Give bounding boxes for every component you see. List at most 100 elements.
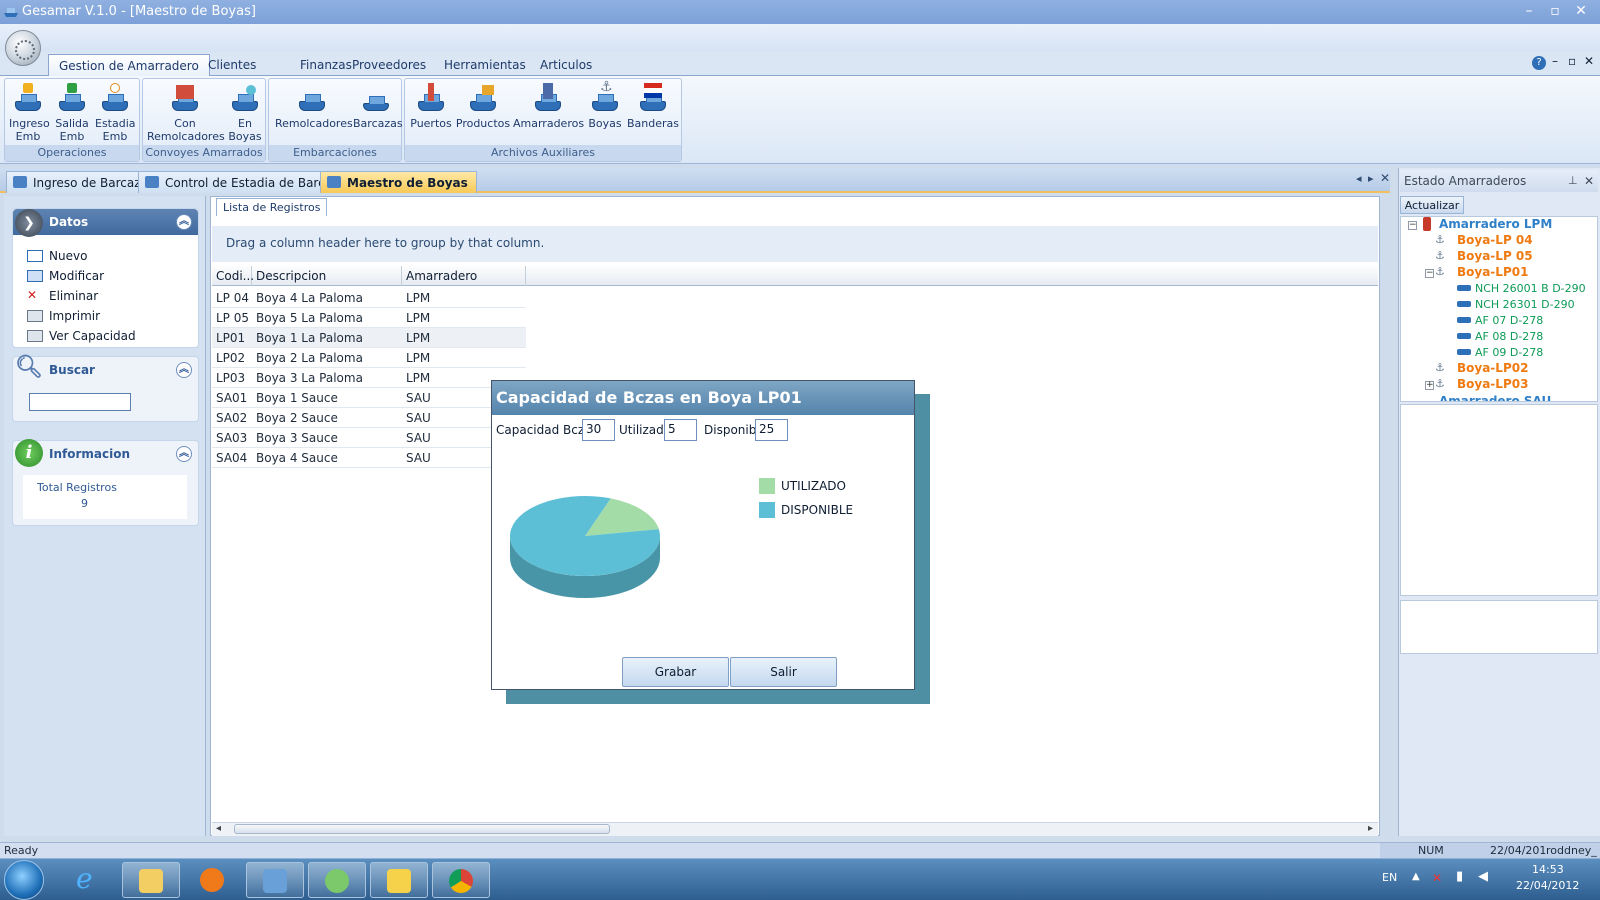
tab-maestro-boyas[interactable]: Maestro de Boyas <box>320 171 477 193</box>
clock-time[interactable]: 14:53 <box>1532 863 1564 876</box>
ribbon-tab-gestion[interactable]: Gestion de Amarradero <box>48 54 210 76</box>
nuevo-item[interactable]: Nuevo <box>27 247 87 265</box>
en-boyas-button[interactable]: En Boyas <box>227 83 263 143</box>
help-icon[interactable]: ? <box>1532 56 1546 70</box>
ie-button[interactable]: e <box>60 862 114 898</box>
actualizar-button[interactable]: Actualizar <box>1400 196 1464 214</box>
restore-button[interactable]: ▫ <box>1546 2 1564 20</box>
table-row[interactable]: SA01 Boya 1 Sauce SAU <box>212 388 526 408</box>
group-by-panel[interactable]: Drag a column header here to group by th… <box>212 226 1378 262</box>
banderas-button[interactable]: Banderas <box>627 83 679 130</box>
scroll-left-icon[interactable]: ◂ <box>216 823 221 834</box>
table-row[interactable]: LP02 Boya 2 La Paloma LPM <box>212 348 526 368</box>
outlook-button[interactable] <box>370 862 428 898</box>
con-remolcadores-button[interactable]: Con Remolcadores <box>147 83 225 143</box>
tree-node-barcaza[interactable]: AF 08 D-278 <box>1475 329 1543 344</box>
table-row[interactable]: SA03 Boya 3 Sauce SAU <box>212 428 526 448</box>
capacidad-field[interactable]: 30 <box>582 419 615 441</box>
column-header-descripcion[interactable]: Descripcion <box>252 266 402 286</box>
expand-node-icon[interactable]: + <box>1425 381 1434 390</box>
chrome-button[interactable] <box>432 862 490 898</box>
minimize-button[interactable]: – <box>1520 2 1538 20</box>
utilizado-field[interactable]: 5 <box>664 419 697 441</box>
ribbon-group-operaciones: Ingreso Emb Salida Emb Estadia Emb Operacio… <box>4 78 140 162</box>
mdi-close-button[interactable]: ✕ <box>1584 54 1594 68</box>
table-row[interactable]: SA02 Boya 2 Sauce SAU <box>212 408 526 428</box>
search-input[interactable] <box>29 393 131 411</box>
ship-icon <box>13 176 27 188</box>
messenger-button[interactable] <box>308 862 366 898</box>
clock-date[interactable]: 22/04/2012 <box>1516 879 1579 892</box>
table-row[interactable]: SA04 Boya 4 Sauce SAU <box>212 448 526 468</box>
amarraderos-button[interactable]: Amarraderos <box>513 83 584 130</box>
salir-button[interactable]: Salir <box>730 657 837 687</box>
media-player-button[interactable] <box>184 862 242 898</box>
tab-close-icon[interactable]: ✕ <box>1380 171 1390 185</box>
tree-node-barcaza[interactable]: NCH 26001 B D-290 <box>1475 281 1586 296</box>
ribbon-tab-clientes[interactable]: Clientes <box>198 54 266 76</box>
column-header-amarradero[interactable]: Amarradero <box>402 266 526 286</box>
tree-node-root[interactable]: Amarradero SAU <box>1439 394 1551 401</box>
column-header-codigo[interactable]: Codi... <box>212 266 254 286</box>
barcazas-button[interactable]: Barcazas <box>353 83 403 130</box>
tab-scroll-left-icon[interactable]: ◂ <box>1356 172 1362 185</box>
ver-capacidad-item[interactable]: Ver Capacidad <box>27 327 136 345</box>
pin-icon[interactable]: ⊥ <box>1568 170 1578 192</box>
tab-lista-registros[interactable]: Lista de Registros <box>216 198 328 216</box>
disponible-field[interactable]: 25 <box>755 419 788 441</box>
estadia-emb-button[interactable]: Estadia Emb <box>95 83 136 143</box>
mdi-minimize-button[interactable]: – <box>1552 54 1558 68</box>
volume-icon[interactable]: ◀ <box>1478 869 1488 884</box>
tree-node-boya[interactable]: Boya-LP 05 <box>1457 249 1533 264</box>
close-button[interactable]: ✕ <box>1572 2 1590 20</box>
tree-node-boya[interactable]: Boya-LP03 <box>1457 377 1528 392</box>
ribbon-tab-herramientas[interactable]: Herramientas <box>434 54 536 76</box>
table-row[interactable]: LP 05 Boya 5 La Paloma LPM <box>212 308 526 328</box>
table-row-selected[interactable]: LP01 Boya 1 La Paloma LPM <box>212 328 526 348</box>
collapse-icon[interactable]: ︽ <box>176 362 192 378</box>
scrollbar-thumb[interactable] <box>234 824 610 834</box>
ribbon-tab-proveedores[interactable]: Proveedores <box>342 54 436 76</box>
scroll-right-icon[interactable]: ▸ <box>1368 823 1373 834</box>
table-row[interactable]: LP03 Boya 3 La Paloma LPM <box>212 368 526 388</box>
tree-node-boya[interactable]: Boya-LP02 <box>1457 361 1528 376</box>
ribbon-tab-articulos[interactable]: Articulos <box>530 54 602 76</box>
tree-node-root[interactable]: Amarradero LPM <box>1439 217 1552 232</box>
buscar-header[interactable]: 🔍︎ Buscar ︽ <box>13 355 198 383</box>
datos-header[interactable]: ❯ Datos ︽ <box>13 209 198 237</box>
show-hidden-icons-icon[interactable]: ▲ <box>1412 871 1420 882</box>
imprimir-item[interactable]: Imprimir <box>27 307 100 325</box>
informacion-header[interactable]: i Informacion ︽ <box>13 439 198 467</box>
tree-node-barcaza[interactable]: AF 07 D-278 <box>1475 313 1543 328</box>
tree-node-barcaza[interactable]: AF 09 D-278 <box>1475 345 1543 360</box>
modificar-item[interactable]: Modificar <box>27 267 104 285</box>
tree-node-barcaza[interactable]: NCH 26301 D-290 <box>1475 297 1575 312</box>
network-error-icon[interactable]: ✕ <box>1432 871 1442 885</box>
mdi-restore-button[interactable]: ▫ <box>1568 54 1576 68</box>
tree-node-boya[interactable]: Boya-LP01 <box>1457 265 1528 280</box>
explorer-button[interactable] <box>122 862 180 898</box>
eliminar-item[interactable]: ✕ Eliminar <box>27 287 98 305</box>
puertos-button[interactable]: Puertos <box>409 83 453 130</box>
ingreso-emb-button[interactable]: Ingreso Emb <box>9 83 50 143</box>
language-indicator[interactable]: EN <box>1382 871 1397 884</box>
table-row[interactable]: LP 04 Boya 4 La Paloma LPM <box>212 288 526 308</box>
collapse-node-icon[interactable]: − <box>1425 269 1434 278</box>
collapse-icon[interactable]: ︽ <box>176 446 192 462</box>
salida-emb-button[interactable]: Salida Emb <box>53 83 91 143</box>
grabar-button[interactable]: Grabar <box>622 657 729 687</box>
remolcadores-button[interactable]: Remolcadores <box>275 83 353 130</box>
dialog-title: Capacidad de Bczas en Boya LP01 <box>492 381 914 415</box>
tab-scroll-right-icon[interactable]: ▸ <box>1368 172 1374 185</box>
boyas-button[interactable]: ⚓ Boyas <box>585 80 625 130</box>
gesamar-button[interactable] <box>246 862 304 898</box>
productos-button[interactable]: Productos <box>455 83 511 130</box>
collapse-node-icon[interactable]: − <box>1408 221 1417 230</box>
collapse-icon[interactable]: ︽ <box>176 214 192 230</box>
tree-node-boya[interactable]: Boya-LP 04 <box>1457 233 1533 248</box>
application-menu-button[interactable] <box>5 30 41 66</box>
start-button[interactable] <box>4 860 44 900</box>
cargo-icon <box>468 83 498 113</box>
panel-close-icon[interactable]: ✕ <box>1584 170 1594 192</box>
signal-icon[interactable]: ▮ <box>1456 869 1463 884</box>
